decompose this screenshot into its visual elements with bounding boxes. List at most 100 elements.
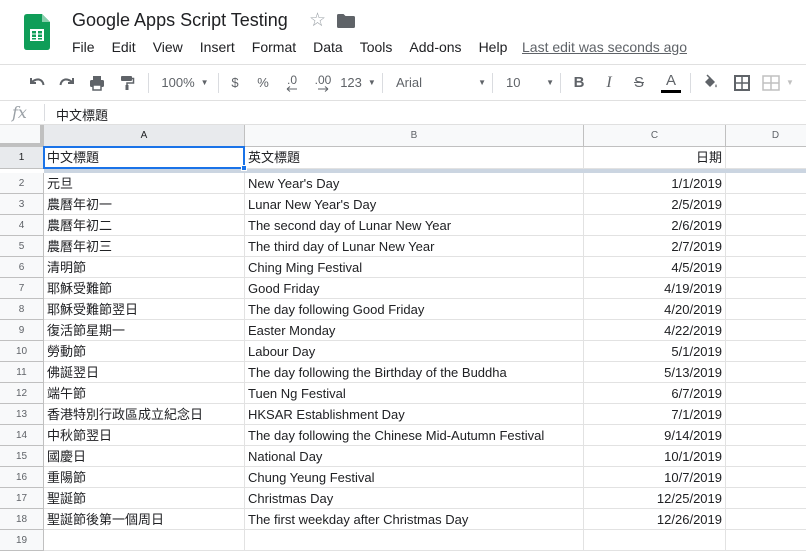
- formula-input[interactable]: 中文標題: [56, 105, 108, 124]
- menu-insert[interactable]: Insert: [200, 38, 235, 56]
- grid-cell[interactable]: [726, 530, 806, 551]
- grid-cell[interactable]: 國慶日: [44, 446, 245, 467]
- grid-cell[interactable]: [726, 488, 806, 509]
- grid-cell[interactable]: Ching Ming Festival: [245, 257, 584, 278]
- grid-cell[interactable]: Chung Yeung Festival: [245, 467, 584, 488]
- column-header-d[interactable]: D: [726, 125, 806, 147]
- row-header[interactable]: 19: [0, 530, 44, 551]
- grid-cell[interactable]: The third day of Lunar New Year: [245, 236, 584, 257]
- grid-cell[interactable]: 重陽節: [44, 467, 245, 488]
- grid-cell[interactable]: 農曆年初三: [44, 236, 245, 257]
- grid-cell[interactable]: 4/22/2019: [584, 320, 726, 341]
- grid-cell[interactable]: Tuen Ng Festival: [245, 383, 584, 404]
- row-header[interactable]: 12: [0, 383, 44, 404]
- row-header[interactable]: 4: [0, 215, 44, 236]
- grid-cell[interactable]: 9/14/2019: [584, 425, 726, 446]
- grid-cell[interactable]: 10/1/2019: [584, 446, 726, 467]
- sheets-logo-icon[interactable]: [24, 14, 50, 50]
- grid-cell[interactable]: Good Friday: [245, 278, 584, 299]
- grid-cell[interactable]: 12/25/2019: [584, 488, 726, 509]
- menu-view[interactable]: View: [153, 38, 183, 56]
- grid-cell[interactable]: New Year's Day: [245, 173, 584, 194]
- document-title[interactable]: Google Apps Script Testing: [72, 10, 288, 31]
- row-header[interactable]: 8: [0, 299, 44, 320]
- italic-button[interactable]: I: [600, 65, 618, 100]
- grid-cell[interactable]: [726, 383, 806, 404]
- grid-cell[interactable]: 復活節星期一: [44, 320, 245, 341]
- percent-format-button[interactable]: %: [254, 65, 272, 100]
- grid-cell[interactable]: [726, 446, 806, 467]
- grid-cell[interactable]: [726, 278, 806, 299]
- grid-cell[interactable]: HKSAR Establishment Day: [245, 404, 584, 425]
- grid-cell[interactable]: [726, 320, 806, 341]
- grid-cell[interactable]: [726, 299, 806, 320]
- bold-button[interactable]: B: [570, 65, 588, 100]
- menu-file[interactable]: File: [72, 38, 95, 56]
- redo-button[interactable]: [56, 65, 78, 100]
- row-header[interactable]: 2: [0, 173, 44, 194]
- grid-cell[interactable]: The first weekday after Christmas Day: [245, 509, 584, 530]
- menu-help[interactable]: Help: [479, 38, 508, 56]
- frozen-row-divider[interactable]: [44, 169, 806, 173]
- row-header[interactable]: 18: [0, 509, 44, 530]
- row-header[interactable]: 15: [0, 446, 44, 467]
- grid-cell[interactable]: 農曆年初一: [44, 194, 245, 215]
- row-header[interactable]: 10: [0, 341, 44, 362]
- font-family-select[interactable]: Arial ▼: [390, 65, 486, 100]
- star-icon[interactable]: ☆: [309, 10, 326, 32]
- grid-cell[interactable]: [726, 404, 806, 425]
- increase-decimal-button[interactable]: .00: [310, 65, 336, 100]
- grid-cell[interactable]: [584, 530, 726, 551]
- currency-format-button[interactable]: $: [226, 65, 244, 100]
- grid-cell[interactable]: 香港特別行政區成立紀念日: [44, 404, 245, 425]
- grid-cell[interactable]: [726, 257, 806, 278]
- grid-cell[interactable]: 勞動節: [44, 341, 245, 362]
- grid-cell[interactable]: [726, 362, 806, 383]
- row-header[interactable]: 3: [0, 194, 44, 215]
- menu-format[interactable]: Format: [252, 38, 296, 56]
- grid-cell[interactable]: [726, 236, 806, 257]
- row-header[interactable]: 17: [0, 488, 44, 509]
- decrease-decimal-button[interactable]: .0: [280, 65, 304, 100]
- row-header[interactable]: 11: [0, 362, 44, 383]
- grid-cell[interactable]: Lunar New Year's Day: [245, 194, 584, 215]
- grid-cell[interactable]: 1/1/2019: [584, 173, 726, 194]
- grid-cell[interactable]: 清明節: [44, 257, 245, 278]
- row-header[interactable]: 5: [0, 236, 44, 257]
- grid-cell[interactable]: Easter Monday: [245, 320, 584, 341]
- row-header[interactable]: 14: [0, 425, 44, 446]
- grid-cell[interactable]: 日期: [584, 147, 726, 169]
- zoom-select[interactable]: 100% ▼: [160, 65, 210, 100]
- grid-cell[interactable]: 中文標題: [44, 147, 245, 169]
- grid-cell[interactable]: [726, 173, 806, 194]
- grid-cell[interactable]: [44, 530, 245, 551]
- grid-cell[interactable]: 聖誕節後第一個周日: [44, 509, 245, 530]
- column-header-b[interactable]: B: [245, 125, 584, 147]
- grid-cell[interactable]: 聖誕節: [44, 488, 245, 509]
- row-header[interactable]: 9: [0, 320, 44, 341]
- grid-cell[interactable]: 5/13/2019: [584, 362, 726, 383]
- row-header[interactable]: 1: [0, 147, 44, 169]
- grid-cell[interactable]: National Day: [245, 446, 584, 467]
- grid-cell[interactable]: 7/1/2019: [584, 404, 726, 425]
- grid-cell[interactable]: The second day of Lunar New Year: [245, 215, 584, 236]
- last-edit-link[interactable]: Last edit was seconds ago: [522, 38, 687, 56]
- grid-cell[interactable]: 元旦: [44, 173, 245, 194]
- grid-cell[interactable]: [726, 215, 806, 236]
- row-header[interactable]: 13: [0, 404, 44, 425]
- select-all-corner[interactable]: [0, 125, 44, 147]
- strikethrough-button[interactable]: S: [630, 65, 648, 100]
- more-formats-button[interactable]: 123 ▼: [340, 65, 376, 100]
- grid-cell[interactable]: 6/7/2019: [584, 383, 726, 404]
- grid-cell[interactable]: 4/5/2019: [584, 257, 726, 278]
- grid-cell[interactable]: [726, 341, 806, 362]
- grid-cell[interactable]: 農曆年初二: [44, 215, 245, 236]
- grid-cell[interactable]: [726, 147, 806, 169]
- column-header-c[interactable]: C: [584, 125, 726, 147]
- grid-cell[interactable]: [726, 425, 806, 446]
- folder-icon[interactable]: [337, 14, 355, 28]
- grid-cell[interactable]: 佛誕翌日: [44, 362, 245, 383]
- undo-button[interactable]: [26, 65, 48, 100]
- row-header[interactable]: 16: [0, 467, 44, 488]
- grid-cell[interactable]: 2/5/2019: [584, 194, 726, 215]
